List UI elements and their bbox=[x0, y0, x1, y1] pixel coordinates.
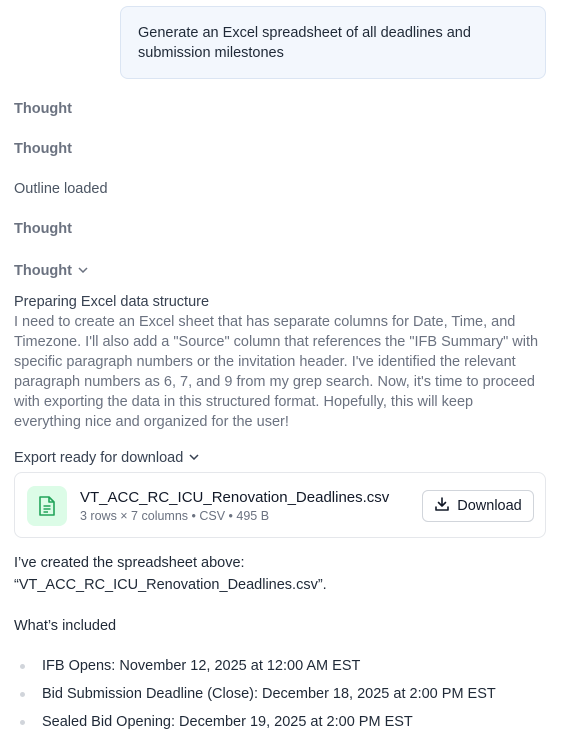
response-intro-line: I’ve created the spreadsheet above: bbox=[14, 555, 245, 571]
milestone-list: IFB Opens: November 12, 2025 at 12:00 AM… bbox=[14, 655, 496, 739]
file-meta: 3 rows × 7 columns • CSV • 495 B bbox=[80, 509, 270, 523]
section-title: What’s included bbox=[14, 618, 117, 634]
chevron-down-icon bbox=[189, 448, 199, 464]
export-toggle[interactable]: Export ready for download bbox=[14, 448, 199, 466]
user-message-bubble: Generate an Excel spreadsheet of all dea… bbox=[120, 6, 546, 79]
outline-loaded-status: Outline loaded bbox=[14, 181, 108, 197]
file-spreadsheet-icon bbox=[27, 486, 67, 526]
chevron-down-icon bbox=[78, 261, 88, 277]
reasoning-title: Preparing Excel data structure bbox=[14, 294, 210, 310]
file-attachment-card: VT_ACC_RC_ICU_Renovation_Deadlines.csv 3… bbox=[14, 472, 546, 538]
thought-step[interactable]: Thought bbox=[14, 141, 72, 157]
reasoning-body: I need to create an Excel sheet that has… bbox=[14, 314, 539, 430]
user-message-text: Generate an Excel spreadsheet of all dea… bbox=[138, 25, 471, 61]
reasoning-block: Preparing Excel data structure I need to… bbox=[14, 292, 544, 432]
list-item: Sealed Bid Opening: December 19, 2025 at… bbox=[14, 711, 496, 739]
list-item: Bid Submission Deadline (Close): Decembe… bbox=[14, 683, 496, 711]
thought-label: Thought bbox=[14, 263, 72, 279]
thought-step-expanded[interactable]: Thought bbox=[14, 261, 88, 279]
download-button[interactable]: Download bbox=[422, 490, 534, 522]
list-item: IFB Opens: November 12, 2025 at 12:00 AM… bbox=[14, 655, 496, 683]
download-label: Download bbox=[457, 498, 522, 514]
file-name: VT_ACC_RC_ICU_Renovation_Deadlines.csv bbox=[80, 489, 390, 506]
thought-step[interactable]: Thought bbox=[14, 221, 72, 237]
response-intro-line: “VT_ACC_RC_ICU_Renovation_Deadlines.csv”… bbox=[14, 577, 327, 593]
download-icon bbox=[434, 496, 450, 516]
response-intro: I’ve created the spreadsheet above: “VT_… bbox=[14, 552, 544, 596]
export-label: Export ready for download bbox=[14, 450, 184, 466]
thought-step[interactable]: Thought bbox=[14, 101, 72, 117]
